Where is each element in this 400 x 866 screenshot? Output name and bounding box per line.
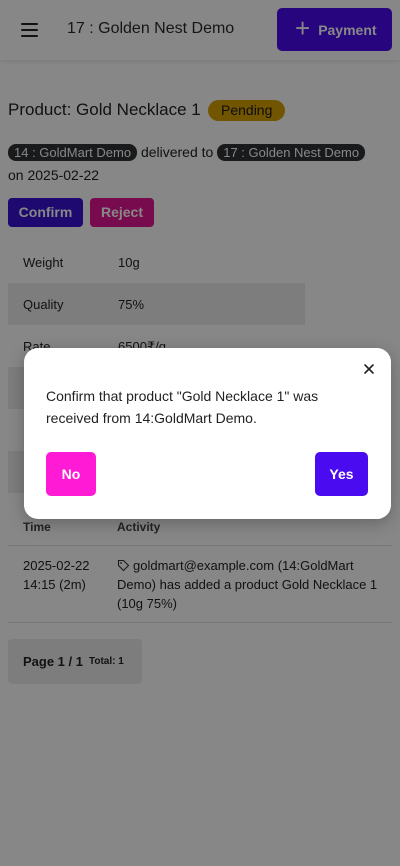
dialog-message: Confirm that product "Gold Necklace 1" w… (46, 388, 319, 426)
no-button[interactable]: No (46, 452, 96, 496)
confirm-dialog: Confirm that product "Gold Necklace 1" w… (24, 348, 391, 519)
yes-button[interactable]: Yes (315, 452, 368, 496)
close-icon[interactable] (362, 362, 376, 376)
